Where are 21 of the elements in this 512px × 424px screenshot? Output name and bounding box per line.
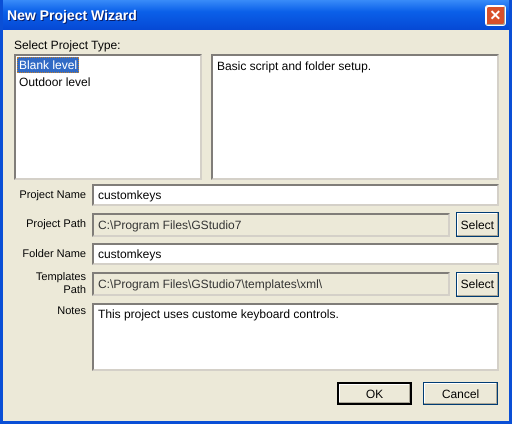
field-label: Notes (57, 304, 86, 318)
path-field[interactable]: C:\Program Files\GStudio7 (92, 212, 450, 236)
notes-field[interactable]: This project uses custome keyboard controls. (92, 303, 499, 371)
window-title: New Project Wizard (7, 7, 137, 23)
field-label: Project Name (19, 188, 86, 202)
project-type-label: Select Project Type: (14, 38, 120, 52)
list-item[interactable]: Outdoor level (17, 74, 92, 90)
select-button[interactable]: Select (456, 212, 499, 237)
text-field[interactable]: customkeys (92, 184, 499, 206)
text-field[interactable]: customkeys (92, 243, 499, 265)
close-button[interactable]: ✕ (485, 4, 506, 26)
dialog-button[interactable]: Cancel (423, 382, 498, 405)
field-label: Project Path (26, 218, 86, 231)
description-text: Basic script and folder setup. (216, 58, 372, 75)
dialog-button[interactable]: OK (337, 382, 412, 405)
field-label: Templates Path (34, 271, 86, 297)
path-field[interactable]: C:\Program Files\GStudio7\templates\xml\ (92, 272, 450, 296)
select-button[interactable]: Select (456, 272, 499, 296)
project-type-list[interactable]: Blank level Outdoor level (14, 54, 202, 180)
list-item[interactable]: Blank level (17, 57, 80, 73)
field-label: Folder Name (22, 248, 86, 260)
